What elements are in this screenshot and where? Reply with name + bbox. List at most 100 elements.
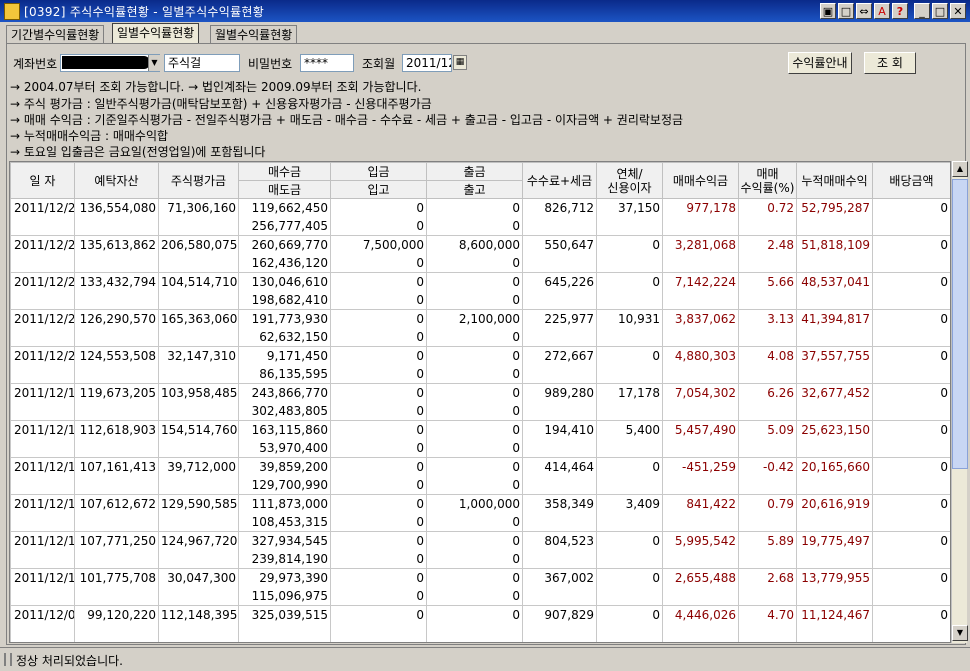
table-row[interactable]: 2011/12/19119,673,205103,958,485243,866,… — [10, 383, 950, 402]
month-field[interactable]: 2011/12 — [402, 54, 452, 72]
cell-dividend: 0 — [872, 309, 950, 328]
cell-sell: 62,632,150 — [238, 328, 331, 347]
table-row-sub[interactable]: 129,700,990 0 0 — [10, 476, 950, 495]
cell-buy: 119,662,450 — [238, 198, 331, 217]
table-row[interactable]: 2011/12/13107,771,250124,967,720327,934,… — [10, 531, 950, 550]
cell-return-rate: 5.89 — [738, 531, 797, 550]
return-guide-button[interactable]: 수익률안내 — [788, 52, 852, 74]
table-row-sub[interactable]: 256,777,405 0 0 — [10, 217, 950, 236]
cell-interest: 17,178 — [596, 383, 663, 402]
cell-deposit-in: 0 — [330, 457, 427, 476]
window-icon[interactable]: □ — [838, 3, 854, 19]
table-row[interactable]: 2011/12/23135,613,862206,580,075260,669,… — [10, 235, 950, 254]
cell-deposit-in: 0 — [330, 272, 427, 291]
tab-monthly-return[interactable]: 월별수익률현황 — [210, 25, 298, 44]
help-icon[interactable]: ? — [892, 3, 908, 19]
table-row[interactable]: 2011/12/22133,432,794104,514,710130,046,… — [10, 272, 950, 291]
table-row-sub[interactable]: 302,483,805 0 0 — [10, 402, 950, 421]
cell-withdraw: 0 — [426, 457, 523, 476]
cell-profit: 7,054,302 — [662, 383, 739, 402]
scroll-thumb[interactable] — [952, 179, 968, 469]
header-return-rate: 매매 수익률(%) — [738, 162, 797, 199]
calendar-icon[interactable]: ▦ — [453, 55, 467, 70]
cell-return-rate: 3.13 — [738, 309, 797, 328]
table-row-sub[interactable]: 86,135,595 0 0 — [10, 365, 950, 384]
cell-profit: 4,880,303 — [662, 346, 739, 365]
empty-cell — [10, 254, 75, 273]
cell-deposit-in: 0 — [330, 346, 427, 365]
table-row[interactable]: 2011/12/14107,612,672129,590,585111,873,… — [10, 494, 950, 513]
cell-deposit: 99,120,220 — [74, 605, 159, 624]
cell-stock-eval: 39,712,000 — [158, 457, 239, 476]
layout-icon[interactable]: ▣ — [820, 3, 836, 19]
cell-interest: 3,409 — [596, 494, 663, 513]
table-row[interactable]: 2011/12/15107,161,41339,712,00039,859,20… — [10, 457, 950, 476]
table-row-sub[interactable]: 115,096,975 0 0 — [10, 587, 950, 606]
header-stock-in: 입고 — [330, 180, 427, 199]
cell-deposit: 133,432,794 — [74, 272, 159, 291]
empty-cell — [738, 476, 797, 495]
close-button[interactable]: ✕ — [950, 3, 966, 19]
table-row-sub[interactable] — [10, 624, 950, 642]
empty-cell — [522, 254, 597, 273]
cell-profit: -451,259 — [662, 457, 739, 476]
table-row[interactable]: 2011/12/26136,554,08071,306,160119,662,4… — [10, 198, 950, 217]
cell-profit: 3,281,068 — [662, 235, 739, 254]
table-row-sub[interactable]: 62,632,150 0 0 — [10, 328, 950, 347]
minimize-button[interactable]: _ — [914, 3, 930, 19]
scroll-down-icon[interactable]: ▼ — [952, 625, 968, 641]
link-icon[interactable]: ⇔ — [856, 3, 872, 19]
empty-cell — [596, 476, 663, 495]
cell-stock-in: 0 — [330, 291, 427, 310]
table-row[interactable]: 2011/12/0999,120,220112,148,395325,039,5… — [10, 605, 950, 624]
account-label: 계좌번호 — [13, 57, 58, 71]
cell-stock-in: 0 — [330, 365, 427, 384]
scroll-up-icon[interactable]: ▲ — [952, 161, 968, 177]
maximize-button[interactable]: □ — [932, 3, 948, 19]
cell-stock-out: 0 — [426, 365, 523, 384]
cell-cumulative-profit: 20,616,919 — [796, 494, 873, 513]
cell-deposit-in: 0 — [330, 568, 427, 587]
empty-cell — [738, 550, 797, 569]
table-row[interactable]: 2011/12/21126,290,570165,363,060191,773,… — [10, 309, 950, 328]
table-row[interactable]: 2011/12/12101,775,70830,047,30029,973,39… — [10, 568, 950, 587]
empty-cell — [872, 254, 950, 273]
cell-date: 2011/12/14 — [10, 494, 75, 513]
tab-daily-return[interactable]: 일별수익률현황 — [112, 23, 200, 44]
empty-cell — [872, 624, 950, 642]
table-row-sub[interactable]: 198,682,410 0 0 — [10, 291, 950, 310]
table-row[interactable]: 2011/12/20124,553,50832,147,3109,171,450… — [10, 346, 950, 365]
cell-cumulative-profit: 13,779,955 — [796, 568, 873, 587]
cell-buy: 9,171,450 — [238, 346, 331, 365]
empty-cell — [158, 328, 239, 347]
table-row-sub[interactable]: 108,453,315 0 0 — [10, 513, 950, 532]
chevron-down-icon[interactable]: ▼ — [148, 55, 160, 71]
table-row[interactable]: 2011/12/16112,618,903154,514,760163,115,… — [10, 420, 950, 439]
cell-deposit: 107,612,672 — [74, 494, 159, 513]
cell-buy: 325,039,515 — [238, 605, 331, 624]
cell-cumulative-profit: 51,818,109 — [796, 235, 873, 254]
password-field[interactable]: **** — [300, 54, 354, 72]
empty-cell — [74, 402, 159, 421]
empty-cell — [158, 624, 239, 642]
cell-return-rate: 2.48 — [738, 235, 797, 254]
cell-stock-eval: 206,580,075 — [158, 235, 239, 254]
empty-cell — [796, 624, 873, 642]
empty-cell — [662, 402, 739, 421]
cell-stock-in: 0 — [330, 476, 427, 495]
table-row-sub[interactable]: 53,970,400 0 0 — [10, 439, 950, 458]
tab-period-return[interactable]: 기간별수익률현황 — [6, 25, 105, 44]
font-icon[interactable]: A — [874, 3, 890, 19]
vertical-scrollbar[interactable]: ▲ ▼ — [951, 161, 968, 643]
header-date: 일 자 — [10, 162, 75, 199]
empty-cell — [738, 365, 797, 384]
password-label: 비밀번호 — [248, 57, 293, 71]
search-button[interactable]: 조 회 — [864, 52, 916, 74]
table-row-sub[interactable]: 239,814,190 0 0 — [10, 550, 950, 569]
table-row-sub[interactable]: 162,436,120 0 0 — [10, 254, 950, 273]
cell-date: 2011/12/26 — [10, 198, 75, 217]
empty-cell — [662, 513, 739, 532]
cell-fee-tax: 989,280 — [522, 383, 597, 402]
cell-return-rate: 0.79 — [738, 494, 797, 513]
empty-cell — [74, 513, 159, 532]
